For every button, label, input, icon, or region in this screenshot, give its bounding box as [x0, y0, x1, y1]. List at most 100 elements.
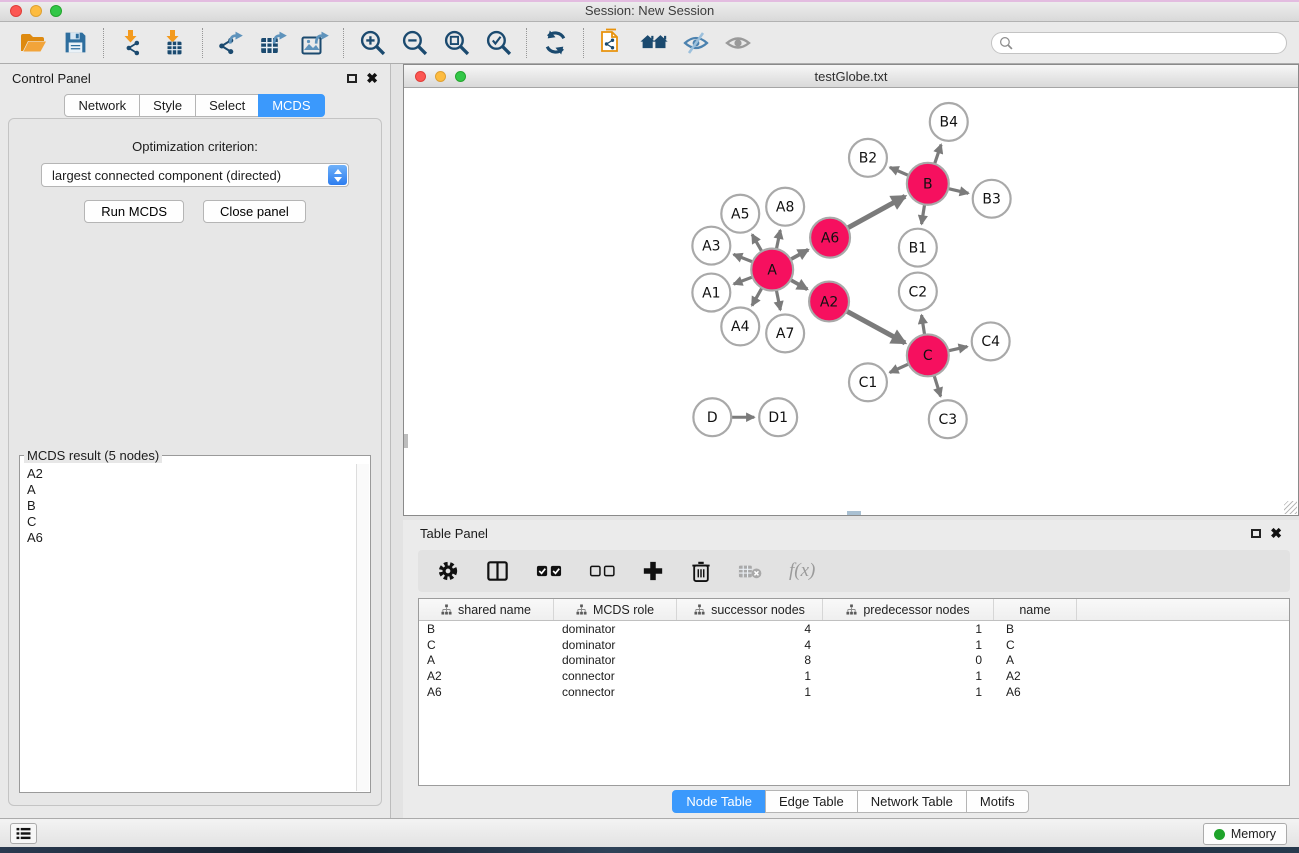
memory-button[interactable]: Memory [1203, 823, 1287, 845]
zoom-selected-icon[interactable] [477, 26, 519, 60]
edge-A6-B[interactable] [844, 196, 905, 230]
node-table[interactable]: shared nameMCDS rolesuccessor nodesprede… [418, 598, 1290, 786]
desktop-background [0, 847, 1299, 853]
toolbar-separator [103, 28, 104, 58]
graph-node-label-B2: B2 [859, 151, 877, 167]
select-all-checkboxes-icon[interactable] [536, 564, 562, 578]
zoom-in-icon[interactable] [351, 26, 393, 60]
search-input[interactable] [1013, 35, 1279, 51]
column-header-successor-nodes[interactable]: successor nodes [677, 599, 823, 620]
import-table-icon[interactable] [153, 26, 195, 60]
table-row[interactable]: A6connector11A6 [419, 684, 1289, 700]
tab-style[interactable]: Style [139, 94, 196, 117]
close-network-window-button[interactable] [415, 71, 426, 82]
table-row[interactable]: Cdominator41C [419, 637, 1289, 653]
cell-MCDS-role: dominator [554, 622, 677, 636]
close-panel-icon[interactable]: ✖ [366, 73, 378, 83]
deselect-all-checkboxes-icon[interactable] [589, 564, 615, 578]
edge-A2-C[interactable] [843, 309, 905, 343]
zoom-window-button[interactable] [50, 5, 62, 17]
table-row[interactable]: Adominator80A [419, 653, 1289, 669]
table-options-gear-icon[interactable] [437, 560, 459, 582]
result-scrollbar[interactable] [356, 464, 369, 791]
minimize-window-button[interactable] [30, 5, 42, 17]
tab-select[interactable]: Select [195, 94, 259, 117]
export-table-icon[interactable] [252, 26, 294, 60]
control-panel-title: Control Panel [12, 71, 91, 86]
graph-node-label-A5: A5 [731, 206, 749, 222]
control-panel-header: Control Panel ✖ [0, 64, 390, 92]
tab-node-table[interactable]: Node Table [672, 790, 766, 813]
tab-edge-table[interactable]: Edge Table [765, 790, 858, 813]
result-item[interactable]: C [27, 514, 350, 530]
task-history-button[interactable] [10, 823, 37, 844]
toolbar-separator [343, 28, 344, 58]
graph-node-label-A4: A4 [731, 319, 750, 335]
column-header-name[interactable]: name [994, 599, 1077, 620]
delete-column-trash-icon[interactable] [691, 560, 711, 583]
result-item[interactable]: A2 [27, 466, 350, 482]
window-controls [10, 5, 62, 17]
show-all-eye-icon[interactable] [717, 26, 759, 60]
column-header-MCDS-role[interactable]: MCDS role [554, 599, 677, 620]
add-column-plus-icon[interactable] [642, 560, 664, 582]
table-row[interactable]: Bdominator41B [419, 621, 1289, 637]
export-network-icon[interactable] [210, 26, 252, 60]
table-panel-title: Table Panel [420, 526, 488, 541]
minimize-network-window-button[interactable] [435, 71, 446, 82]
window-resize-grip[interactable] [1284, 501, 1297, 514]
mcds-result-list[interactable]: A2ABCA6 [21, 464, 356, 791]
tab-mcds[interactable]: MCDS [258, 94, 324, 117]
column-header-predecessor-nodes[interactable]: predecessor nodes [823, 599, 994, 620]
network-graph[interactable]: AA1A2A3A4A5A6A7A8BB1B2B3B4CC1C2C3C4DD1 [404, 89, 1298, 515]
graph-node-label-C: C [923, 348, 933, 364]
tab-motifs[interactable]: Motifs [966, 790, 1029, 813]
zoom-fit-icon[interactable] [435, 26, 477, 60]
control-panel-tabs: NetworkStyleSelectMCDS [0, 94, 390, 117]
select-stepper-icon[interactable] [328, 165, 347, 185]
criterion-select[interactable]: largest connected component (directed) [41, 163, 349, 187]
canvas-horizontal-scroll-thumb[interactable] [847, 511, 861, 515]
hierarchy-icon [846, 604, 857, 615]
home-layouts-icon[interactable] [633, 26, 675, 60]
network-canvas[interactable]: AA1A2A3A4A5A6A7A8BB1B2B3B4CC1C2C3C4DD1 [404, 89, 1298, 515]
run-mcds-button[interactable]: Run MCDS [84, 200, 184, 223]
graph-node-label-D1: D1 [768, 410, 788, 426]
search-icon [999, 36, 1013, 50]
network-window-controls [415, 71, 466, 82]
cell-successor-nodes: 1 [677, 685, 823, 699]
float-panel-icon[interactable] [347, 74, 357, 83]
function-builder-icon[interactable]: f(x) [789, 560, 815, 582]
refresh-icon[interactable] [534, 26, 576, 60]
save-session-icon[interactable] [54, 26, 96, 60]
tab-network[interactable]: Network [64, 94, 140, 117]
tab-network-table[interactable]: Network Table [857, 790, 967, 813]
copy-network-icon[interactable] [591, 26, 633, 60]
global-search-field[interactable] [991, 32, 1287, 54]
graph-node-label-C1: C1 [859, 375, 878, 391]
result-item[interactable]: A6 [27, 530, 350, 546]
hide-selected-eye-icon[interactable] [675, 26, 717, 60]
canvas-vertical-scroll-thumb[interactable] [404, 434, 408, 448]
float-table-panel-icon[interactable] [1251, 529, 1261, 538]
criterion-value: largest connected component (directed) [52, 168, 281, 183]
control-panel: Control Panel ✖ NetworkStyleSelectMCDS O… [0, 64, 391, 818]
import-network-icon[interactable] [111, 26, 153, 60]
close-table-panel-icon[interactable]: ✖ [1270, 528, 1282, 538]
cell-successor-nodes: 1 [677, 669, 823, 683]
open-session-icon[interactable] [12, 26, 54, 60]
cell-MCDS-role: connector [554, 685, 677, 699]
close-panel-button[interactable]: Close panel [203, 200, 306, 223]
table-row[interactable]: A2connector11A2 [419, 668, 1289, 684]
export-image-icon[interactable] [294, 26, 336, 60]
zoom-network-window-button[interactable] [455, 71, 466, 82]
network-window-titlebar: testGlobe.txt [404, 65, 1298, 88]
split-panel-icon[interactable] [486, 560, 509, 582]
result-item[interactable]: A [27, 482, 350, 498]
result-item[interactable]: B [27, 498, 350, 514]
main-toolbar [0, 22, 1299, 64]
close-window-button[interactable] [10, 5, 22, 17]
zoom-out-icon[interactable] [393, 26, 435, 60]
column-header-shared-name[interactable]: shared name [419, 599, 554, 620]
delete-table-icon[interactable] [738, 564, 762, 579]
